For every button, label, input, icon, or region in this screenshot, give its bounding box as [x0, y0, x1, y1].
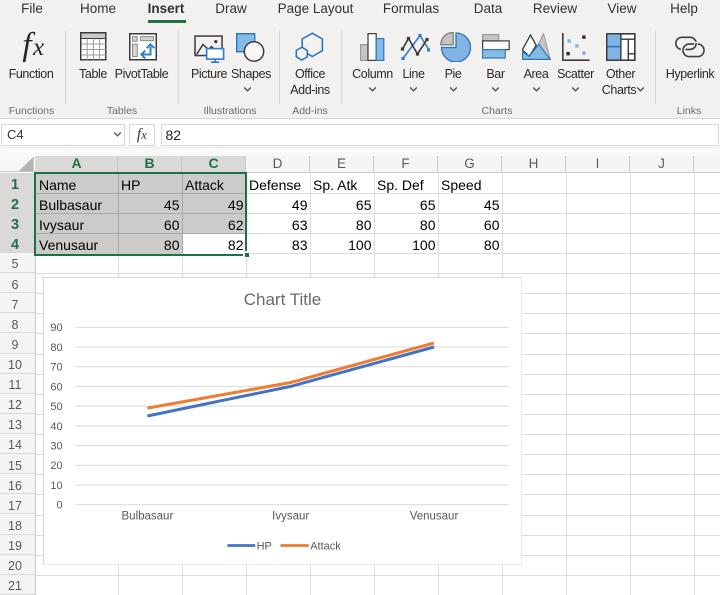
- svg-text:Venusaur: Venusaur: [409, 510, 458, 522]
- svg-text:Ivysaur: Ivysaur: [272, 510, 309, 522]
- svg-text:HP: HP: [256, 540, 271, 552]
- svg-text:60: 60: [50, 381, 62, 393]
- svg-text:Attack: Attack: [310, 540, 341, 552]
- svg-text:30: 30: [50, 440, 62, 452]
- svg-text:70: 70: [50, 361, 62, 373]
- svg-text:Chart Title: Chart Title: [243, 290, 320, 309]
- svg-text:10: 10: [50, 480, 62, 492]
- svg-text:90: 90: [50, 322, 62, 334]
- svg-text:0: 0: [56, 499, 62, 511]
- svg-text:20: 20: [50, 460, 62, 472]
- svg-text:80: 80: [50, 341, 62, 353]
- svg-text:50: 50: [50, 401, 62, 413]
- svg-text:Bulbasaur: Bulbasaur: [121, 510, 173, 522]
- svg-text:40: 40: [50, 420, 62, 432]
